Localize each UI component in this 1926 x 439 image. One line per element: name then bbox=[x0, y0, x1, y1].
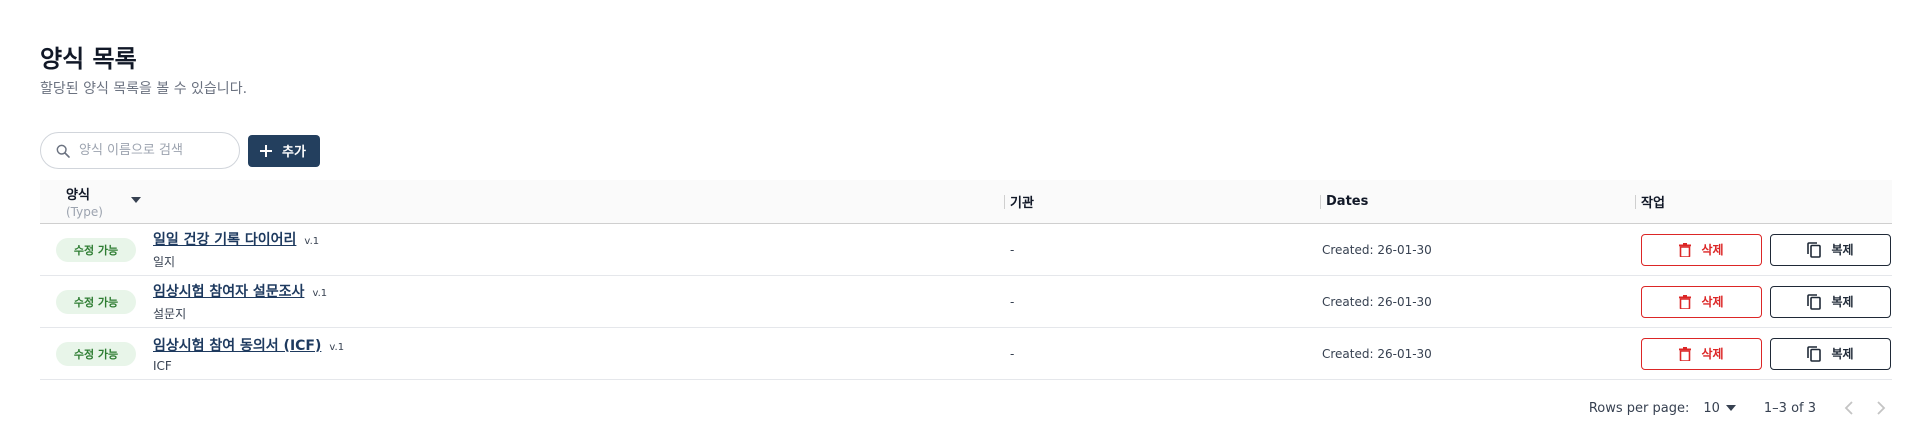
add-button[interactable]: 추가 bbox=[248, 134, 320, 167]
form-info: 일일 건강 기록 다이어리 v.1 일지 bbox=[153, 229, 319, 270]
column-header-actions: 작업 bbox=[1633, 192, 1892, 211]
org-cell: - bbox=[1010, 294, 1015, 309]
form-version: v.1 bbox=[312, 288, 328, 299]
status-badge: 수정 가능 bbox=[56, 341, 136, 366]
table-row: 수정 가능 임상시험 참여자 설문조사 v.1 설문지 - Created: 2… bbox=[40, 276, 1892, 328]
dates-cell: Created: 26-01-30 bbox=[1322, 346, 1432, 361]
table-row: 수정 가능 임상시험 참여 동의서 (ICF) v.1 ICF - Create… bbox=[40, 328, 1892, 380]
dates-cell: Created: 26-01-30 bbox=[1322, 294, 1432, 309]
org-cell: - bbox=[1010, 346, 1015, 361]
page-subtitle: 할당된 양식 목록을 볼 수 있습니다. bbox=[40, 81, 248, 97]
add-button-label: 추가 bbox=[282, 145, 306, 160]
pagination-range: 1–3 of 3 bbox=[1763, 400, 1816, 416]
sort-desc-icon[interactable] bbox=[130, 196, 141, 203]
type-cell: 수정 가능 임상시험 참여 동의서 (ICF) v.1 ICF bbox=[40, 335, 1002, 373]
rows-per-page-select[interactable]: 10 bbox=[1703, 401, 1736, 416]
table-header: 양식 (Type) 기관 Dates 작업 bbox=[40, 180, 1892, 224]
type-cell: 수정 가능 임상시험 참여자 설문조사 v.1 설문지 bbox=[40, 281, 1002, 322]
search-input[interactable] bbox=[79, 143, 219, 158]
copy-icon bbox=[1807, 293, 1822, 310]
pagination-nav bbox=[1844, 401, 1886, 415]
dates-cell: Created: 26-01-30 bbox=[1322, 242, 1432, 257]
copy-icon bbox=[1807, 241, 1822, 258]
copy-button[interactable]: 복제 bbox=[1770, 233, 1891, 266]
pagination: Rows per page: 10 1–3 of 3 bbox=[1589, 396, 1886, 420]
copy-icon bbox=[1807, 345, 1822, 362]
rows-per-page-value: 10 bbox=[1703, 400, 1720, 416]
form-name-link[interactable]: 일일 건강 기록 다이어리 bbox=[153, 229, 296, 249]
type-cell: 수정 가능 일일 건강 기록 다이어리 v.1 일지 bbox=[40, 229, 1002, 270]
form-info: 임상시험 참여자 설문조사 v.1 설문지 bbox=[153, 281, 327, 322]
toolbar: 추가 bbox=[40, 132, 320, 169]
status-badge: 수정 가능 bbox=[56, 237, 136, 262]
delete-button-label: 삭제 bbox=[1701, 295, 1724, 309]
plus-icon bbox=[260, 144, 272, 157]
copy-button[interactable]: 복제 bbox=[1770, 337, 1891, 370]
actions-cell: 삭제 복제 bbox=[1633, 337, 1892, 370]
page: 양식 목록 할당된 양식 목록을 볼 수 있습니다. 추가 양식 (Type) bbox=[0, 0, 1926, 439]
table-row: 수정 가능 일일 건강 기록 다이어리 v.1 일지 - Created: 26… bbox=[40, 224, 1892, 276]
org-cell: - bbox=[1010, 242, 1015, 257]
form-name-link[interactable]: 임상시험 참여자 설문조사 bbox=[153, 281, 304, 301]
form-type: 일지 bbox=[153, 255, 176, 269]
search-box[interactable] bbox=[40, 132, 240, 169]
column-header-org: 기관 bbox=[1002, 192, 1318, 211]
column-header-type[interactable]: 양식 (Type) bbox=[40, 184, 1002, 219]
form-type: ICF bbox=[153, 358, 172, 373]
form-type: 설문지 bbox=[153, 307, 187, 321]
page-header: 양식 목록 할당된 양식 목록을 볼 수 있습니다. bbox=[40, 44, 247, 98]
trash-icon bbox=[1679, 346, 1692, 361]
status-badge: 수정 가능 bbox=[56, 289, 136, 314]
actions-cell: 삭제 복제 bbox=[1633, 285, 1892, 318]
form-name-link[interactable]: 임상시험 참여 동의서 (ICF) bbox=[153, 335, 321, 355]
forms-table: 양식 (Type) 기관 Dates 작업 수정 가능 일일 건강 기록 다이어… bbox=[40, 180, 1892, 380]
column-header-dates: Dates bbox=[1318, 194, 1633, 209]
copy-button-label: 복제 bbox=[1831, 347, 1854, 361]
trash-icon bbox=[1679, 242, 1692, 257]
form-version: v.1 bbox=[329, 341, 345, 353]
delete-button-label: 삭제 bbox=[1701, 243, 1724, 257]
page-title: 양식 목록 bbox=[40, 45, 137, 73]
chevron-right-icon[interactable] bbox=[1876, 401, 1886, 415]
delete-button[interactable]: 삭제 bbox=[1641, 233, 1762, 266]
copy-button-label: 복제 bbox=[1831, 295, 1854, 309]
search-icon bbox=[56, 144, 70, 158]
actions-cell: 삭제 복제 bbox=[1633, 233, 1892, 266]
copy-button[interactable]: 복제 bbox=[1770, 285, 1891, 318]
trash-icon bbox=[1679, 294, 1692, 309]
column-header-type-sub: (Type) bbox=[66, 205, 103, 219]
rows-per-page-label: Rows per page: bbox=[1588, 400, 1690, 416]
chevron-left-icon[interactable] bbox=[1844, 401, 1854, 415]
delete-button[interactable]: 삭제 bbox=[1641, 337, 1762, 370]
dropdown-icon bbox=[1725, 405, 1736, 411]
form-version: v.1 bbox=[304, 236, 320, 247]
form-info: 임상시험 참여 동의서 (ICF) v.1 ICF bbox=[153, 335, 344, 373]
delete-button-label: 삭제 bbox=[1701, 347, 1724, 361]
copy-button-label: 복제 bbox=[1831, 243, 1854, 257]
delete-button[interactable]: 삭제 bbox=[1641, 285, 1762, 318]
column-header-type-label: 양식 bbox=[66, 188, 90, 203]
